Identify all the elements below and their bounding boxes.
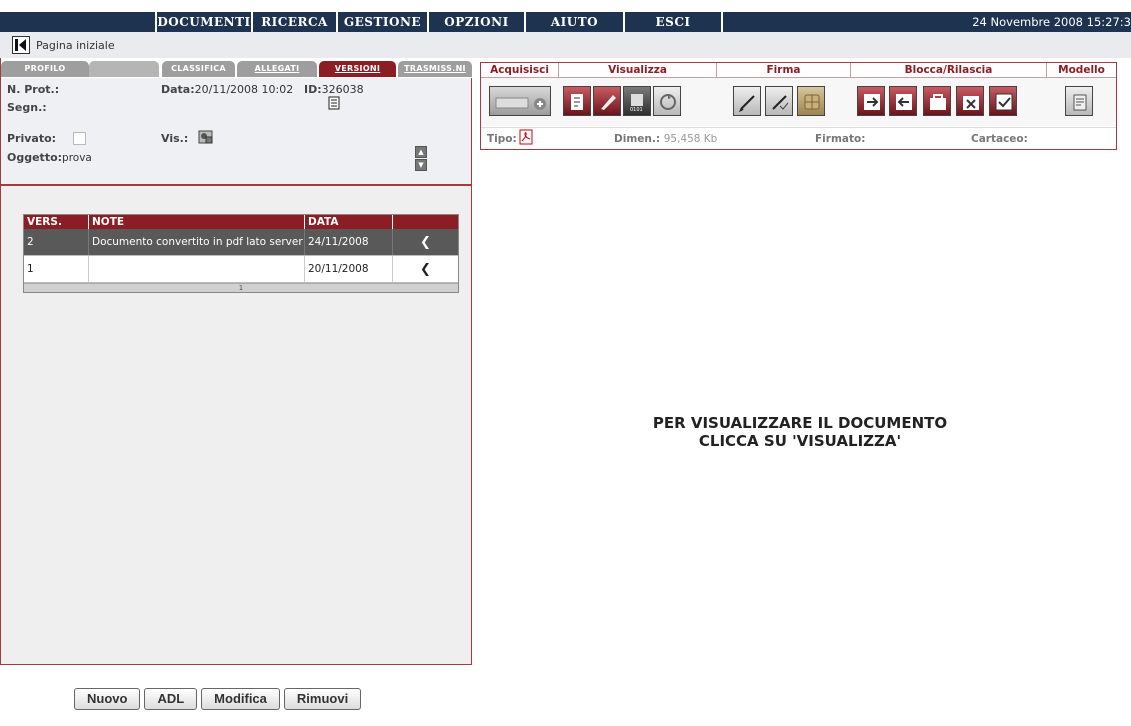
id-field: ID:326038 [304, 83, 364, 96]
oggetto-label: Oggetto:prova [7, 151, 92, 164]
oggetto-value: prova [62, 152, 92, 164]
smartcard-chip-icon[interactable] [797, 86, 825, 116]
home-link[interactable]: Pagina iniziale [12, 36, 115, 54]
menu-esci[interactable]: ESCI [623, 12, 723, 32]
home-bar [0, 32, 1131, 58]
firmato-field: Firmato: [815, 133, 866, 145]
chevron-left-icon[interactable]: ❮ [393, 229, 458, 255]
visibility-icon[interactable] [197, 128, 215, 149]
cell-vers: 1 [24, 256, 89, 282]
group-visualizza: Visualizza [559, 63, 717, 77]
table-pagination[interactable]: 1 [24, 283, 458, 292]
view-binary-icon[interactable]: 0101 [623, 86, 651, 116]
data-value: 20/11/2008 10:02 [194, 83, 294, 96]
main-menu: DOCUMENTI RICERCA GESTIONE OPZIONI AIUTO… [155, 12, 723, 32]
dimen-value: 95,458 Kb [663, 133, 718, 145]
cell-note [89, 256, 305, 282]
checkin-icon[interactable] [889, 86, 917, 116]
current-datetime: 24 Novembre 2008 15:27:3 [972, 15, 1131, 29]
sign-pen-icon[interactable] [733, 86, 761, 116]
back-arrow-icon [12, 36, 30, 54]
data-field: Data:20/11/2008 10:02 [161, 83, 294, 96]
cell-note: Documento convertito in pdf lato server [89, 229, 305, 255]
tab-classifica[interactable]: CLASSIFICA [162, 61, 235, 77]
confirm-checkbox-icon[interactable] [989, 86, 1017, 116]
chevron-left-icon[interactable]: ❮ [393, 256, 458, 282]
group-firma: Firma [717, 63, 851, 77]
header-data: DATA [305, 215, 393, 229]
checkout-icon[interactable] [857, 86, 885, 116]
view-instruction-message: PER VISUALIZZARE IL DOCUMENTO CLICCA SU … [560, 414, 1040, 450]
table-row[interactable]: 2 Documento convertito in pdf lato serve… [24, 229, 458, 256]
home-label: Pagina iniziale [36, 38, 115, 52]
vis-label: Vis.: [161, 132, 189, 145]
modifica-button[interactable]: Modifica [201, 688, 280, 710]
document-toolbar: Acquisisci Visualizza Firma Blocca/Rilas… [480, 62, 1117, 150]
view-document-icon[interactable] [563, 86, 591, 116]
menu-gestione[interactable]: GESTIONE [336, 12, 427, 32]
cartaceo-field: Cartaceo: [971, 133, 1028, 145]
scan-add-button[interactable] [489, 86, 551, 116]
tab-allegati[interactable]: ALLEGATI [237, 61, 317, 77]
tipo-field: Tipo: [487, 133, 517, 145]
adl-button[interactable]: ADL [144, 688, 198, 710]
pdf-file-icon[interactable] [519, 129, 533, 148]
versions-table: VERS. NOTE DATA 2 Documento convertito i… [23, 214, 459, 293]
table-header: VERS. NOTE DATA [24, 215, 458, 229]
menu-opzioni[interactable]: OPZIONI [427, 12, 524, 32]
group-blocca-rilascia: Blocca/Rilascia [851, 63, 1047, 77]
view-edit-icon[interactable] [593, 86, 621, 116]
document-info-bar: Tipo: Dimen.: 95,458 Kb Firmato: Cartace… [481, 127, 1116, 149]
privato-label: Privato: [7, 132, 57, 145]
refresh-icon[interactable] [653, 86, 681, 116]
svg-text:0101: 0101 [630, 107, 643, 112]
undo-checkout-icon[interactable] [956, 86, 984, 116]
tab-bar: PROFILO CLASSIFICA ALLEGATI VERSIONI TRA… [1, 58, 473, 78]
menu-aiuto[interactable]: AIUTO [524, 12, 623, 32]
profile-section: N. Prot.: Data:20/11/2008 10:02 ID:32603… [1, 78, 471, 186]
cell-vers: 2 [24, 229, 89, 255]
tool-buttons-row: 0101 [481, 78, 1116, 126]
n-prot-label: N. Prot.: [7, 83, 60, 96]
header-vers: VERS. [24, 215, 89, 229]
scroll-down-button[interactable]: ▼ [415, 159, 427, 171]
dimen-field: Dimen.: 95,458 Kb [614, 133, 718, 145]
lock-icon[interactable] [923, 86, 951, 116]
tab-trasmissioni[interactable]: TRASMISS.NI [398, 61, 472, 77]
menu-ricerca[interactable]: RICERCA [251, 12, 336, 32]
segn-label: Segn.: [7, 101, 47, 114]
tab-blank [89, 61, 159, 77]
tab-profilo[interactable]: PROFILO [1, 61, 89, 77]
document-panel: PROFILO CLASSIFICA ALLEGATI VERSIONI TRA… [0, 58, 473, 665]
tab-versioni[interactable]: VERSIONI [319, 61, 396, 77]
action-buttons: Nuovo ADL Modifica Rimuovi [74, 688, 362, 710]
group-acquisisci: Acquisisci [481, 63, 559, 77]
header-action [393, 215, 458, 229]
cell-data: 20/11/2008 [305, 256, 393, 282]
group-modello: Modello [1058, 64, 1105, 76]
cell-data: 24/11/2008 [305, 229, 393, 255]
nuovo-button[interactable]: Nuovo [74, 688, 141, 710]
template-icon[interactable] [1065, 86, 1093, 116]
message-line-2: CLICCA SU 'VISUALIZZA' [698, 432, 902, 450]
privato-checkbox[interactable] [73, 132, 86, 145]
message-line-1: PER VISUALIZZARE IL DOCUMENTO [652, 414, 948, 432]
scroll-up-button[interactable]: ▲ [415, 146, 427, 158]
top-menu-bar: DOCUMENTI RICERCA GESTIONE OPZIONI AIUTO… [0, 12, 1131, 32]
rimuovi-button[interactable]: Rimuovi [283, 688, 362, 710]
sign-verify-icon[interactable] [765, 86, 793, 116]
menu-documenti[interactable]: DOCUMENTI [155, 12, 251, 32]
header-note: NOTE [89, 215, 305, 229]
id-value: 326038 [321, 83, 364, 96]
table-row[interactable]: 1 20/11/2008 ❮ [24, 256, 458, 283]
document-icon[interactable] [328, 96, 340, 113]
